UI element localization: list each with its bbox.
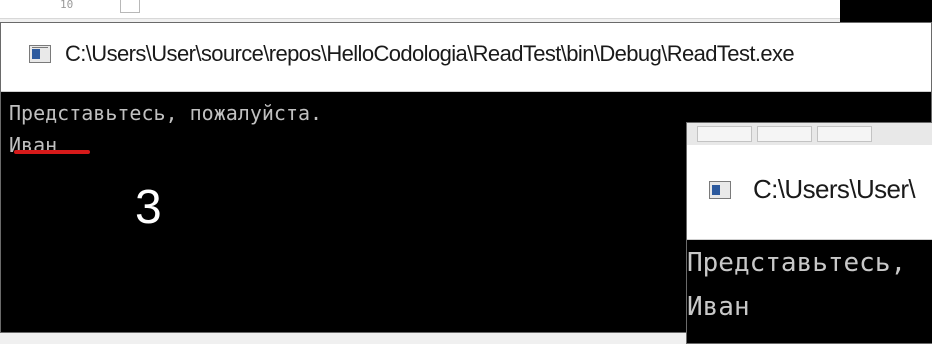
secondary-console-window[interactable]: C:\Users\User\ Представьтесь, Иван — [686, 122, 932, 344]
background-fragment-text: 10 — [60, 0, 74, 11]
secondary-window-title: C:\Users\User\ — [753, 174, 916, 204]
background-editor-strip: 10 — [0, 0, 932, 19]
background-checkbox — [120, 0, 140, 13]
console-app-icon[interactable] — [29, 45, 51, 63]
annotation-number: 3 — [135, 181, 162, 234]
background-corner — [840, 0, 932, 22]
strip-cell — [757, 126, 812, 142]
console-app-icon[interactable] — [709, 181, 731, 199]
title-bar[interactable]: C:\Users\User\source\repos\HelloCodologi… — [1, 23, 931, 92]
secondary-console-output[interactable]: Представьтесь, Иван — [687, 241, 906, 329]
strip-cell — [697, 126, 752, 142]
secondary-title-bar[interactable]: C:\Users\User\ — [687, 145, 932, 240]
red-underline-annotation — [14, 150, 90, 154]
secondary-top-strip — [687, 123, 932, 146]
secondary-console-line-input: Иван — [687, 292, 750, 322]
window-title: C:\Users\User\source\repos\HelloCodologi… — [65, 41, 795, 66]
secondary-console-line-prompt: Представьтесь, — [687, 248, 907, 278]
strip-cell — [817, 126, 872, 142]
